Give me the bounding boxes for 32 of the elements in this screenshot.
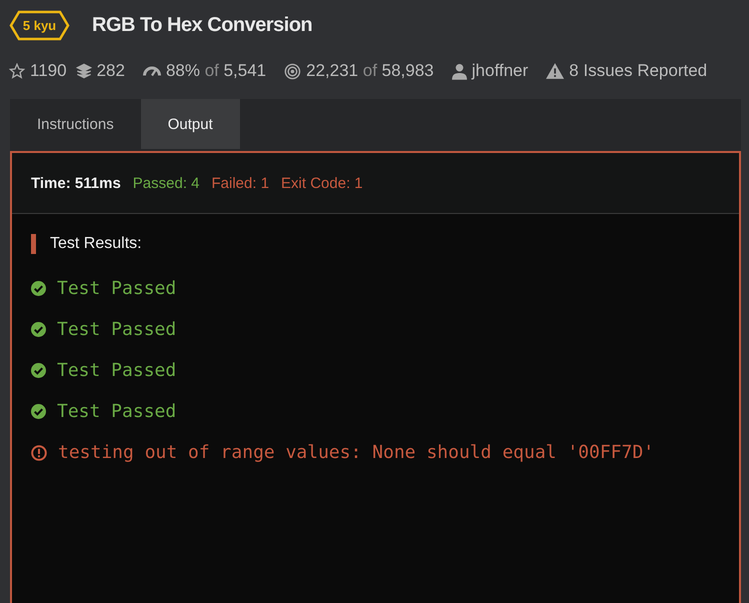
failed-count: Failed: 1: [212, 174, 270, 192]
result-message: Test Passed: [57, 360, 176, 381]
gauge-icon: [142, 65, 161, 77]
results-heading: Test Results:: [50, 235, 142, 253]
result-message: testing out of range values: None should equal '00FF7D': [58, 442, 654, 463]
check-circle-icon: [31, 404, 46, 419]
author-name[interactable]: jhoffner: [472, 61, 528, 81]
layers-icon: [76, 63, 92, 79]
tab[interactable]: Instructions: [10, 99, 141, 149]
result-message: Test Passed: [57, 401, 176, 422]
completion-count: 22,231 of 58,983: [306, 61, 434, 81]
run-time: Time: 511ms: [31, 174, 121, 192]
check-circle-icon: [31, 363, 46, 378]
issues-reported[interactable]: 8 Issues Reported: [569, 61, 708, 81]
result-message: Test Passed: [57, 319, 176, 340]
heading-marker: [31, 234, 36, 254]
result-message: Test Passed: [57, 278, 176, 299]
warning-icon: [546, 63, 564, 79]
tab[interactable]: Output: [140, 99, 240, 149]
collection-count: 282: [96, 61, 125, 81]
satisfaction-rating: 88% of 5,541: [166, 61, 266, 81]
rank-badge: 5 kyu: [9, 10, 70, 40]
exclamation-circle-icon: [31, 444, 47, 460]
star-icon: [9, 63, 25, 79]
passed-count: Passed: 4: [132, 174, 200, 192]
user-icon: [452, 62, 467, 80]
failed-count: Exit Code: 1: [281, 174, 363, 192]
target-icon: [284, 62, 302, 80]
check-circle-icon: [31, 322, 46, 337]
star-count: 1190: [30, 61, 67, 81]
kata-title: RGB To Hex Conversion: [92, 14, 312, 36]
check-circle-icon: [31, 281, 46, 296]
